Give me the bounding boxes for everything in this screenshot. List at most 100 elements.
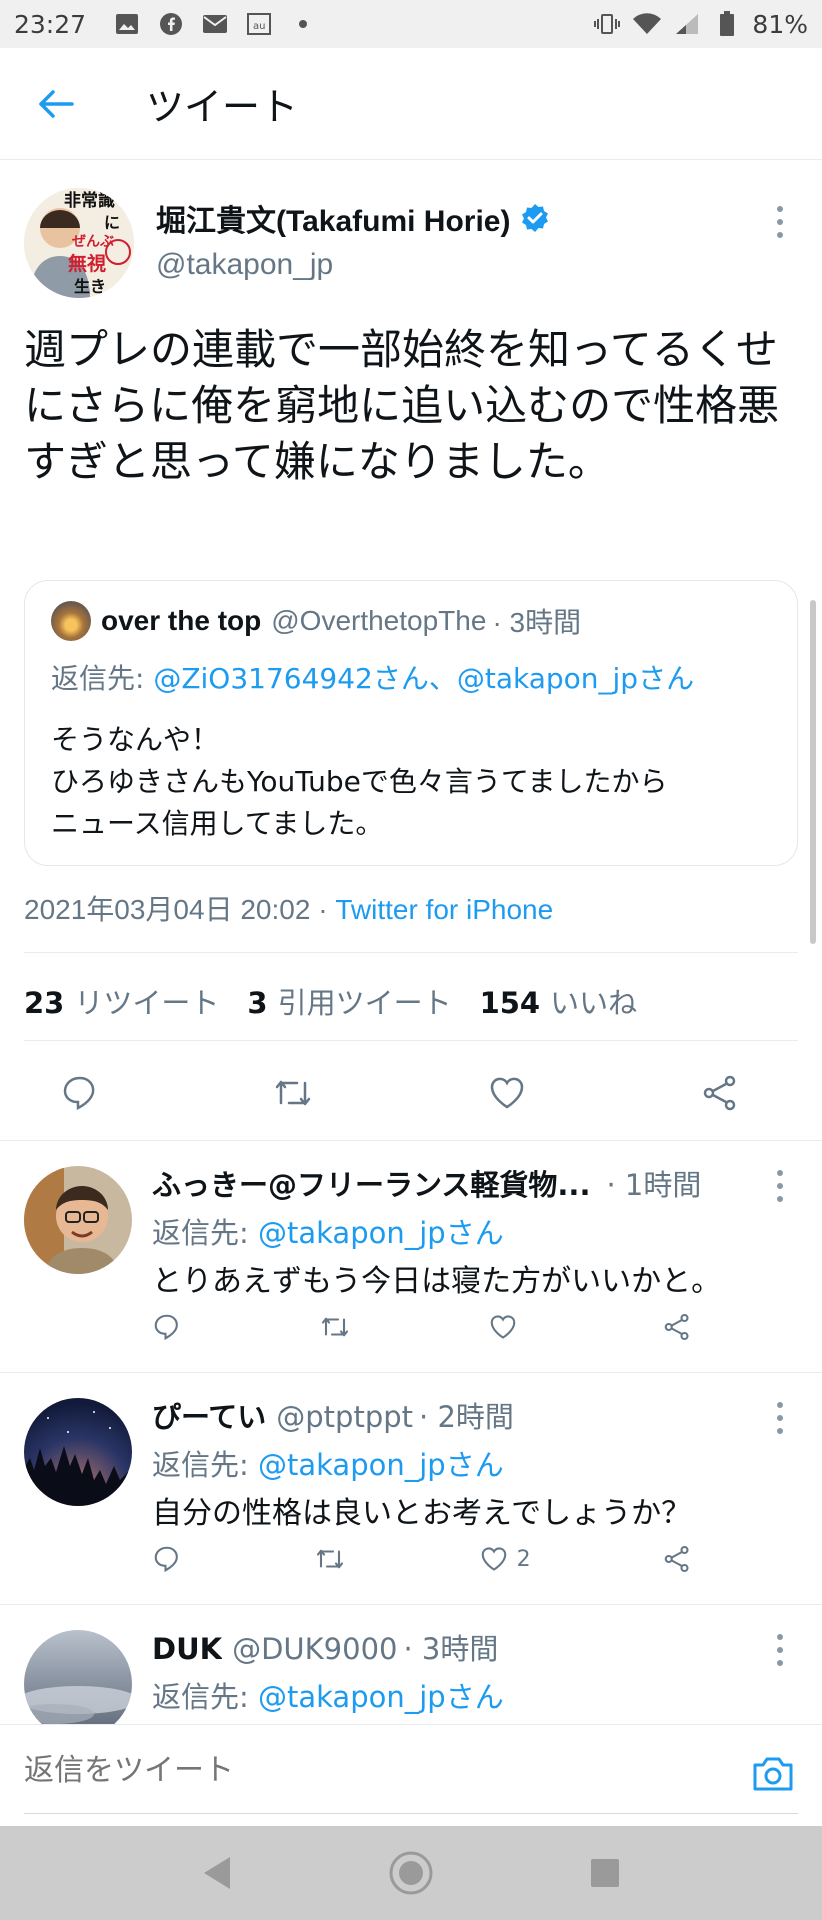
retweet-icon[interactable]	[313, 1544, 347, 1574]
more-options-icon[interactable]	[768, 1398, 792, 1438]
avatar-text-4: 無視	[68, 252, 106, 275]
main-tweet: 非常識 に ぜんぶ 無視 生き 堀江貴文(Takafumi Horie) @ta…	[0, 160, 822, 1111]
dot-icon	[288, 9, 318, 39]
share-icon[interactable]	[690, 1063, 750, 1123]
reply-icon[interactable]	[152, 1312, 182, 1342]
au-icon: au	[244, 9, 274, 39]
reply-to-prefix: 返信先:	[152, 1680, 258, 1714]
camera-icon[interactable]	[748, 1749, 798, 1799]
quotes-count: 3	[247, 986, 268, 1020]
back-button[interactable]	[26, 74, 86, 134]
author-handle[interactable]: @takapon_jp	[156, 248, 333, 282]
reply-to-prefix: 返信先:	[152, 1448, 258, 1482]
reply-actions: 2	[152, 1534, 692, 1584]
reply-avatar[interactable]	[24, 1630, 132, 1724]
reply-to-user[interactable]: @takapon_jpさん	[258, 1216, 504, 1250]
retweets-label: リツイート	[74, 986, 220, 1020]
reply-author-name[interactable]: ふっきー@フリーランス軽貨物...	[152, 1162, 590, 1204]
share-icon[interactable]	[662, 1312, 692, 1342]
reply-icon[interactable]	[152, 1544, 182, 1574]
timestamp-separator: ·	[310, 894, 336, 925]
reply-to-line: 返信先: @takapon_jpさん	[152, 1674, 504, 1716]
nav-recents-icon[interactable]	[580, 1848, 630, 1898]
vibrate-icon	[592, 9, 622, 39]
mail-icon	[200, 9, 230, 39]
battery-icon	[712, 9, 742, 39]
reply-author-handle[interactable]: @DUK9000	[232, 1632, 397, 1666]
reply-tweet[interactable]: DUK @DUK9000 · 3時間 返信先: @takapon_jpさん	[0, 1606, 822, 1724]
divider	[0, 1140, 822, 1141]
more-options-icon[interactable]	[768, 1166, 792, 1206]
nav-back-icon[interactable]	[192, 1848, 242, 1898]
likes-count: 154	[479, 986, 541, 1020]
avatar-text-5: 生き	[74, 277, 106, 296]
divider	[0, 1604, 822, 1605]
nav-home-icon[interactable]	[386, 1848, 436, 1898]
reply-to-prefix: 返信先:	[152, 1216, 258, 1250]
like-icon[interactable]: 2	[479, 1544, 531, 1574]
reply-to-line: 返信先: @takapon_jpさん	[152, 1210, 504, 1252]
tweet-stats: 23 リツイート 3 引用ツイート 154 いいね	[24, 980, 637, 1022]
more-options-icon[interactable]	[768, 1630, 792, 1670]
quotes-stat[interactable]: 3 引用ツイート	[247, 980, 451, 1022]
reply-avatar[interactable]	[24, 1398, 132, 1506]
quoted-line-2: ひろゆきさんもYouTubeで色々言うてましたから	[51, 765, 668, 798]
quoted-tweet-body: そうなんや！ ひろゆきさんもYouTubeで色々言うてましたから ニュース信用し…	[51, 719, 771, 845]
likes-stat[interactable]: 154 いいね	[480, 980, 638, 1022]
reply-header: ふっきー@フリーランス軽貨物... · 1時間	[152, 1162, 752, 1204]
reply-author-name[interactable]: DUK	[152, 1632, 222, 1666]
reply-text: 自分の性格は良いとお考えでしょうか？	[152, 1496, 692, 1531]
reply-actions	[152, 1302, 692, 1352]
quoted-tweet-header: over the top @OverthetopThe · 3時間	[51, 601, 771, 641]
likes-label: いいね	[550, 986, 638, 1020]
divider	[24, 952, 798, 953]
share-icon[interactable]	[662, 1544, 692, 1574]
retweet-icon[interactable]	[318, 1312, 352, 1342]
reply-to-line: 返信先: @takapon_jpさん	[152, 1442, 504, 1484]
reply-to-user[interactable]: @takapon_jpさん	[258, 1680, 504, 1714]
verified-badge-icon	[520, 203, 550, 233]
tweet-text: 週プレの連載で一部始終を知ってるくせにさらに俺を窮地に追い込むので性格悪すぎと思…	[24, 325, 780, 486]
quoted-reply-to: 返信先: @ZiO31764942さん、@takapon_jpさん	[51, 657, 771, 697]
quoted-author-handle: @OverthetopThe	[271, 605, 487, 636]
quoted-reply-users[interactable]: @ZiO31764942さん、@takapon_jpさん	[153, 662, 694, 695]
tweet-timestamp: 2021年03月04日 20:02	[24, 894, 311, 925]
reply-time: · 3時間	[403, 1632, 499, 1666]
system-nav-bar	[0, 1826, 822, 1920]
reply-tweet[interactable]: ぴーてい @ptptppt · 2時間 返信先: @takapon_jpさん 自…	[0, 1374, 822, 1604]
quoted-tweet[interactable]: over the top @OverthetopThe · 3時間 返信先: @…	[24, 580, 798, 866]
top-app-bar: ツイート	[0, 48, 822, 160]
retweet-icon[interactable]	[263, 1063, 323, 1123]
page-title: ツイート	[146, 85, 299, 129]
facebook-icon	[156, 9, 186, 39]
like-icon[interactable]	[477, 1063, 537, 1123]
reply-avatar[interactable]	[24, 1166, 132, 1274]
reply-tweet[interactable]: ふっきー@フリーランス軽貨物... · 1時間 返信先: @takapon_jp…	[0, 1142, 822, 1372]
reply-icon[interactable]	[50, 1063, 110, 1123]
reply-input[interactable]	[24, 1753, 704, 1788]
scrollbar[interactable]	[810, 600, 816, 944]
divider	[0, 1372, 822, 1373]
author-name-row[interactable]: 堀江貴文(Takafumi Horie)	[156, 196, 550, 240]
tweet-author-row: 非常識 に ぜんぶ 無視 生き 堀江貴文(Takafumi Horie) @ta…	[0, 160, 822, 310]
reply-author-handle[interactable]: @ptptppt	[276, 1400, 413, 1434]
avatar-text-1: 非常識	[64, 190, 115, 211]
author-avatar[interactable]: 非常識 に ぜんぶ 無視 生き	[24, 188, 134, 298]
reply-time: · 2時間	[419, 1400, 514, 1434]
quoted-line-3: ニュース信用してました。	[51, 807, 384, 840]
more-options-icon[interactable]	[768, 202, 792, 242]
retweets-stat[interactable]: 23 リツイート	[24, 980, 219, 1022]
wifi-icon	[632, 9, 662, 39]
signal-icon	[672, 9, 702, 39]
quoted-line-1: そうなんや！	[51, 723, 220, 756]
reply-author-name[interactable]: ぴーてい	[152, 1394, 266, 1436]
like-icon[interactable]	[488, 1312, 526, 1342]
tweet-actions	[50, 1048, 750, 1138]
status-time: 23:27	[14, 9, 87, 39]
reply-time: · 1時間	[606, 1168, 702, 1202]
tweet-client-link[interactable]: Twitter for iPhone	[335, 894, 553, 925]
reply-header: DUK @DUK9000 · 3時間	[152, 1626, 752, 1668]
reply-to-user[interactable]: @takapon_jpさん	[258, 1448, 504, 1482]
reply-text: とりあえずもう今日は寝た方がいいかと。	[152, 1264, 722, 1299]
reply-composer	[0, 1724, 822, 1824]
